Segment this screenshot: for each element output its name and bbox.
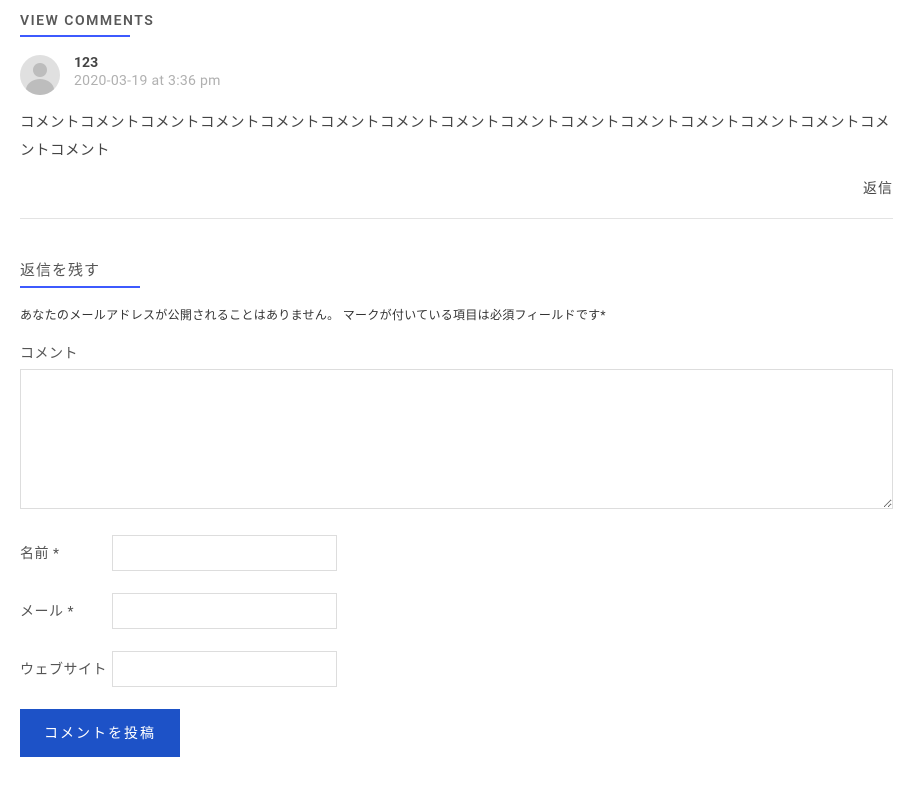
submit-comment-button[interactable]: コメントを投稿 — [20, 709, 180, 757]
reply-form-title: 返信を残す — [20, 259, 100, 280]
comment-field-label: コメント — [20, 343, 893, 363]
website-row: ウェブサイト — [20, 651, 893, 687]
comment-body: コメントコメントコメントコメントコメントコメントコメントコメントコメントコメント… — [20, 109, 893, 164]
name-input[interactable] — [112, 535, 337, 571]
comment-item: 123 2020-03-19 at 3:36 pm コメントコメントコメントコメ… — [20, 55, 893, 198]
comment-meta: 123 2020-03-19 at 3:36 pm — [74, 55, 221, 89]
comment-date[interactable]: 2020-03-19 at 3:36 pm — [74, 73, 221, 89]
reply-title-underline — [20, 286, 140, 288]
name-label: 名前 * — [20, 543, 112, 563]
website-input[interactable] — [112, 651, 337, 687]
comment-header: 123 2020-03-19 at 3:36 pm — [20, 55, 893, 95]
form-notice: あなたのメールアドレスが公開されることはありません。 マークが付いている項目は必… — [20, 306, 893, 323]
section-title: VIEW COMMENTS — [20, 13, 154, 29]
reply-link[interactable]: 返信 — [20, 178, 893, 198]
website-label: ウェブサイト — [20, 659, 112, 679]
view-comments-section: VIEW COMMENTS 123 2020-03-19 at 3:36 pm … — [20, 10, 893, 219]
email-input[interactable] — [112, 593, 337, 629]
reply-form-section: 返信を残す あなたのメールアドレスが公開されることはありません。 マークが付いて… — [20, 259, 893, 757]
title-underline — [20, 35, 130, 37]
comment-author: 123 — [74, 55, 221, 71]
comment-textarea[interactable] — [20, 369, 893, 509]
email-row: メール * — [20, 593, 893, 629]
name-row: 名前 * — [20, 535, 893, 571]
email-label: メール * — [20, 601, 112, 621]
divider — [20, 218, 893, 219]
avatar — [20, 55, 60, 95]
